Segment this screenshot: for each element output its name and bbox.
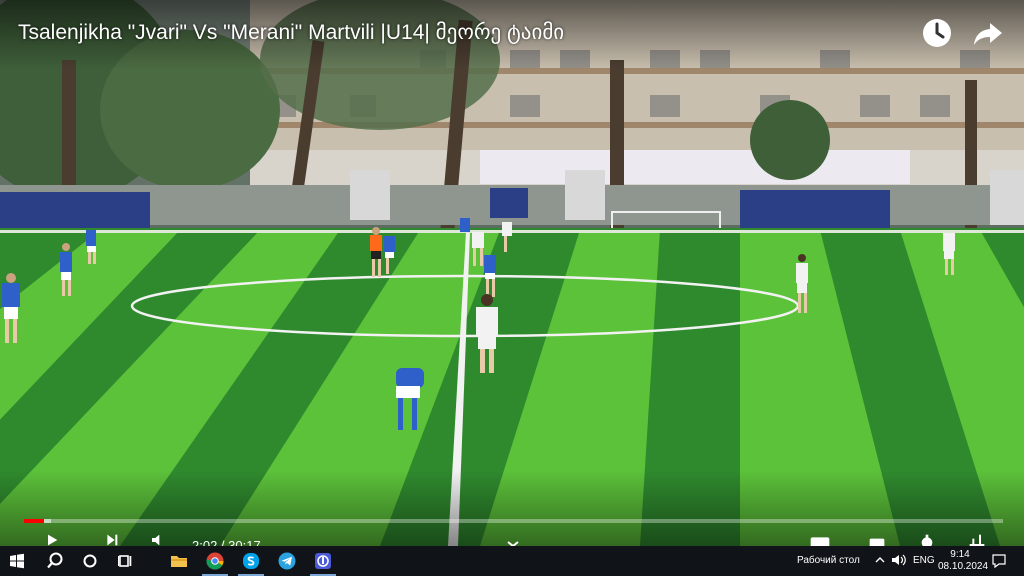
settings-icon[interactable] <box>912 532 942 546</box>
share-arrow-icon[interactable] <box>972 17 1004 49</box>
search-icon[interactable] <box>38 546 72 576</box>
video-frame[interactable] <box>0 0 1024 546</box>
chrome-icon[interactable] <box>198 546 232 576</box>
task-view-icon[interactable] <box>108 546 142 576</box>
volume-tray-icon[interactable] <box>891 553 907 572</box>
chapter-marker-icon[interactable] <box>505 532 521 546</box>
time-display: 2:02 / 30:17 <box>192 538 261 546</box>
skype-icon[interactable] <box>234 546 268 576</box>
miniplayer-icon[interactable] <box>862 532 892 546</box>
clock-time: 9:14 <box>950 549 970 560</box>
player-blue <box>460 218 470 232</box>
fullscreen-icon[interactable] <box>962 532 992 546</box>
progress-played <box>24 519 44 523</box>
dugout-left <box>0 192 150 230</box>
dugout-right <box>740 190 890 232</box>
screen: Tsalenjikha "Jvari" Vs "Merani" Martvili… <box>0 0 1024 576</box>
notification-icon[interactable] <box>991 553 1007 574</box>
volume-icon[interactable] <box>146 532 170 546</box>
subtitles-icon[interactable] <box>800 532 840 546</box>
telegram-icon[interactable] <box>270 546 304 576</box>
clock-icon[interactable] <box>921 17 953 49</box>
taskbar-clock[interactable]: 9:14 08.10.2024 <box>938 549 989 573</box>
clock-date: 08.10.2024 <box>938 561 989 572</box>
app-icon[interactable] <box>306 546 340 576</box>
video-player[interactable]: Tsalenjikha "Jvari" Vs "Merani" Martvili… <box>0 0 1024 546</box>
windows-taskbar: Рабочий стол ENG 9:14 08.10.2024 <box>0 546 1024 576</box>
progress-bar[interactable] <box>24 519 1003 523</box>
video-title[interactable]: Tsalenjikha "Jvari" Vs "Merani" Martvili… <box>18 20 564 45</box>
desktop-toolbar-label[interactable]: Рабочий стол <box>797 555 860 566</box>
cortana-icon[interactable] <box>73 546 107 576</box>
chevron-up-icon[interactable] <box>873 553 887 572</box>
windows-start-icon[interactable] <box>0 546 34 576</box>
language-indicator[interactable]: ENG <box>913 555 935 566</box>
play-icon[interactable] <box>40 532 64 546</box>
next-icon[interactable] <box>100 532 124 546</box>
file-explorer-icon[interactable] <box>162 546 196 576</box>
